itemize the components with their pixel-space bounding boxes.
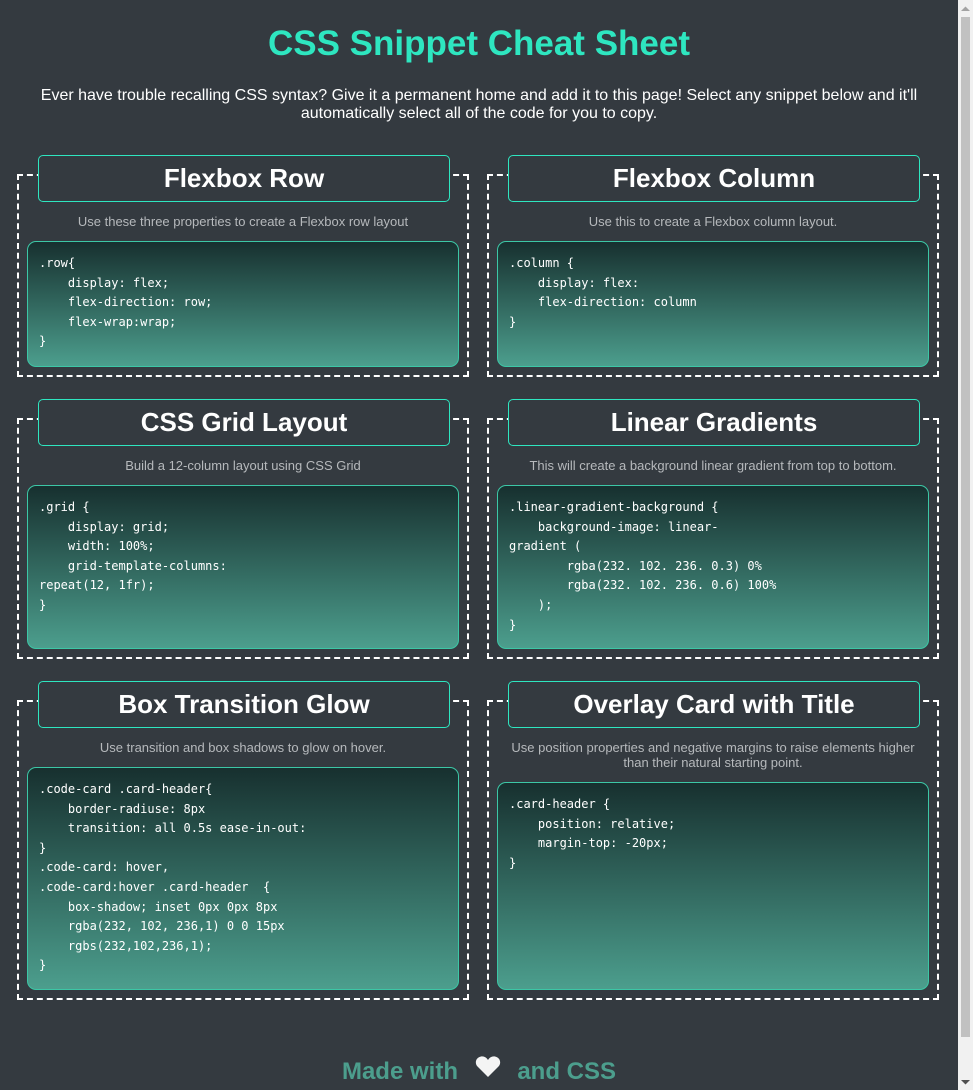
footer-text-before: Made with <box>341 1058 458 1085</box>
footer: Made with and CSS <box>0 1055 958 1088</box>
vertical-scrollbar[interactable] <box>958 0 973 1090</box>
code-snippet[interactable]: .column { display: flex: flex-direction:… <box>497 241 929 367</box>
card-title: Linear Gradients <box>508 399 920 446</box>
scroll-up-arrow-icon[interactable] <box>958 0 973 17</box>
card-description: Use this to create a Flexbox column layo… <box>588 214 838 229</box>
page-intro: Ever have trouble recalling CSS syntax? … <box>40 87 918 122</box>
snippet-card: CSS Grid Layout Build a 12-column layout… <box>17 399 469 659</box>
snippet-card: Box Transition Glow Use transition and b… <box>17 681 469 1000</box>
page-title: CSS Snippet Cheat Sheet <box>267 24 691 63</box>
code-snippet[interactable]: .grid { display: grid; width: 100%; grid… <box>27 485 459 649</box>
code-snippet[interactable]: .linear-gradient-background { background… <box>497 485 929 649</box>
card-title: Box Transition Glow <box>38 681 450 728</box>
card-description: Use position properties and negative mar… <box>511 740 915 770</box>
snippet-card: Flexbox Row Use these three properties t… <box>17 155 469 377</box>
snippet-card: Linear Gradients This will create a back… <box>487 399 939 659</box>
heart-icon <box>475 1055 501 1086</box>
snippet-card: Overlay Card with Title Use position pro… <box>487 681 939 1000</box>
card-title: CSS Grid Layout <box>38 399 450 446</box>
card-description: Use transition and box shadows to glow o… <box>99 740 387 755</box>
page: CSS Snippet Cheat Sheet Ever have troubl… <box>0 0 958 1090</box>
card-title: Overlay Card with Title <box>508 681 920 728</box>
code-snippet[interactable]: .code-card .card-header{ border-radiuse:… <box>27 767 459 990</box>
card-title: Flexbox Row <box>38 155 450 202</box>
code-snippet[interactable]: .card-header { position: relative; margi… <box>497 782 929 990</box>
code-snippet[interactable]: .row{ display: flex; flex-direction: row… <box>27 241 459 367</box>
card-description: Use these three properties to create a F… <box>77 214 409 229</box>
scrollbar-thumb[interactable] <box>961 17 970 1037</box>
footer-text-after: and CSS <box>517 1058 617 1085</box>
card-description: Build a 12-column layout using CSS Grid <box>125 458 361 473</box>
snippet-card: Flexbox Column Use this to create a Flex… <box>487 155 939 377</box>
card-description: This will create a background linear gra… <box>529 458 897 473</box>
card-title: Flexbox Column <box>508 155 920 202</box>
scroll-down-arrow-icon[interactable] <box>958 1073 973 1090</box>
